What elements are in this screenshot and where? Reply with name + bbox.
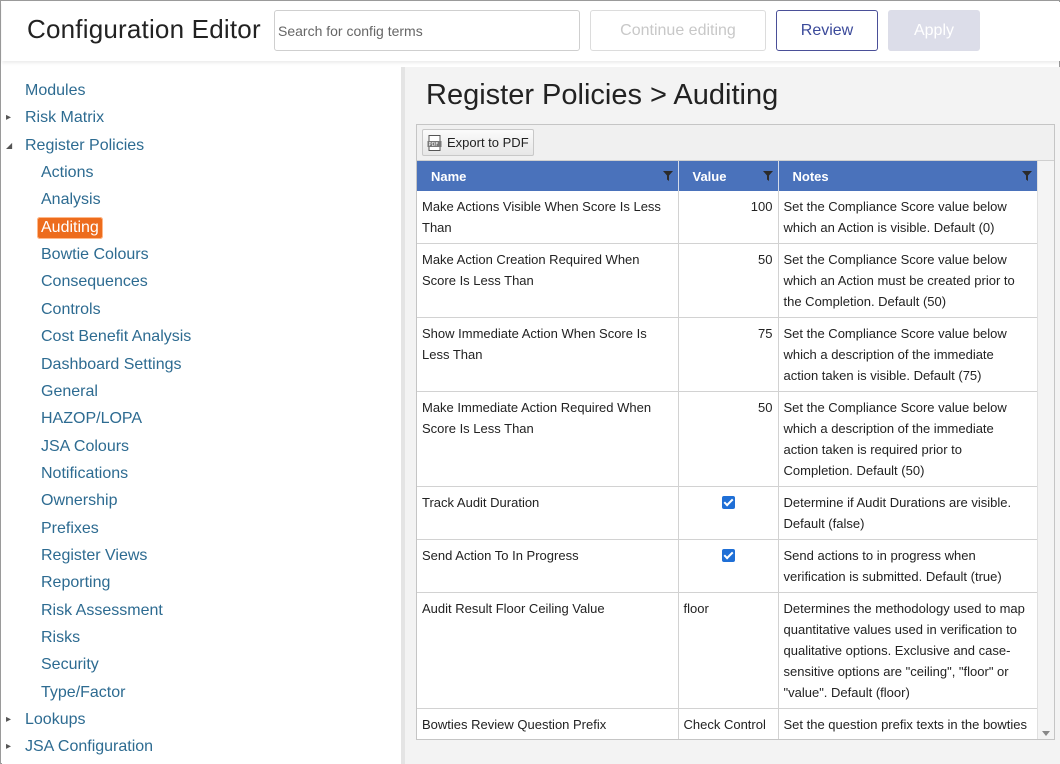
setting-value-cell[interactable]: [678, 486, 779, 540]
app-title: Configuration Editor: [27, 14, 261, 44]
tree-item-lookups[interactable]: Lookups: [25, 710, 86, 730]
tree-item-general[interactable]: General: [41, 382, 98, 402]
tree-item-cost-benefit-analysis[interactable]: Cost Benefit Analysis: [41, 327, 191, 347]
column-header-value[interactable]: Value: [678, 161, 779, 191]
setting-name: Make Action Creation Required When Score…: [417, 243, 679, 318]
tree-item-bowtie-colours[interactable]: Bowtie Colours: [41, 245, 149, 265]
export-pdf-label: Export to PDF: [447, 135, 529, 150]
tree-item-prefixes[interactable]: Prefixes: [41, 519, 99, 539]
caret-right-icon[interactable]: ▸: [6, 737, 11, 757]
pdf-icon: PDF: [427, 135, 442, 151]
setting-name: Audit Result Floor Ceiling Value: [417, 592, 679, 709]
grid-toolbar: PDF Export to PDF: [417, 125, 1054, 161]
review-button[interactable]: Review: [776, 10, 878, 51]
tree-item-analysis[interactable]: Analysis: [41, 190, 101, 210]
setting-notes: Determine if Audit Durations are visible…: [778, 486, 1038, 540]
settings-table: Name Value Notes Make Actions Visible Wh…: [417, 161, 1038, 739]
table-row[interactable]: Send Action To In Progress Send actions t…: [417, 539, 1038, 593]
page-title: Register Policies > Auditing: [426, 79, 779, 111]
tree-item-modules[interactable]: Modules: [25, 81, 85, 101]
search-input[interactable]: [274, 10, 580, 51]
caret-right-icon[interactable]: ▸: [6, 108, 11, 128]
caret-down-icon[interactable]: ◢: [6, 136, 12, 156]
table-row[interactable]: Show Immediate Action When Score Is Less…: [417, 317, 1038, 392]
setting-notes: Determines the methodology used to map q…: [778, 592, 1038, 709]
scroll-thumb[interactable]: [1041, 192, 1051, 712]
table-row[interactable]: Audit Result Floor Ceiling Value floor Det…: [417, 592, 1038, 709]
setting-checkbox[interactable]: [721, 549, 735, 562]
tree-item-register-policies[interactable]: Register Policies: [25, 136, 144, 156]
tree-item-consequences[interactable]: Consequences: [41, 272, 148, 292]
setting-name: Make Actions Visible When Score Is Less …: [417, 191, 679, 244]
setting-name: Send Action To In Progress: [417, 539, 679, 593]
tree-item-reporting[interactable]: Reporting: [41, 573, 110, 593]
top-header: Configuration Editor Continue editing Re…: [2, 2, 1060, 61]
setting-notes: Set the Compliance Score value below whi…: [778, 191, 1038, 244]
table-row[interactable]: Make Immediate Action Required When Scor…: [417, 391, 1038, 487]
table-row[interactable]: Make Actions Visible When Score Is Less …: [417, 191, 1038, 244]
tree-item-risks[interactable]: Risks: [41, 628, 80, 648]
caret-right-icon[interactable]: ▸: [6, 710, 11, 730]
filter-icon[interactable]: [662, 171, 673, 181]
app-window: Configuration Editor Continue editing Re…: [0, 0, 1060, 764]
setting-name: Make Immediate Action Required When Scor…: [417, 391, 679, 487]
setting-value[interactable]: Check Control Effective -: [678, 708, 779, 739]
setting-value[interactable]: 100: [678, 191, 779, 244]
tree-item-type-factor[interactable]: Type/Factor: [41, 683, 125, 703]
tree-item-controls[interactable]: Controls: [41, 300, 101, 320]
filter-icon[interactable]: [1021, 171, 1032, 181]
setting-notes: Set the Compliance Score value below whi…: [778, 317, 1038, 392]
setting-checkbox[interactable]: [721, 496, 735, 509]
tree-item-hazop-lopa[interactable]: HAZOP/LOPA: [41, 409, 142, 429]
header-row: Name Value Notes: [417, 161, 1038, 191]
tree-item-jsa-colours[interactable]: JSA Colours: [41, 437, 129, 457]
setting-notes: Set the Compliance Score value below whi…: [778, 243, 1038, 318]
continue-editing-button[interactable]: Continue editing: [590, 10, 766, 51]
apply-button[interactable]: Apply: [888, 10, 980, 51]
setting-value[interactable]: floor: [678, 592, 779, 709]
setting-name: Bowties Review Question Prefix: [417, 708, 679, 739]
table-row[interactable]: Make Action Creation Required When Score…: [417, 243, 1038, 318]
filter-icon[interactable]: [762, 171, 773, 181]
setting-notes: Set the Compliance Score value below whi…: [778, 391, 1038, 487]
scroll-down-icon[interactable]: [1042, 731, 1050, 736]
setting-notes: Set the question prefix texts in the bow…: [778, 708, 1038, 739]
grid-scrollbar[interactable]: [1037, 161, 1054, 739]
tree-item-dashboard-settings[interactable]: Dashboard Settings: [41, 355, 182, 375]
tree-item-security[interactable]: Security: [41, 655, 99, 675]
tree-item-actions[interactable]: Actions: [41, 163, 93, 183]
main-panel: Register Policies > Auditing PDF Export …: [405, 67, 1060, 764]
tree-item-auditing[interactable]: Auditing: [37, 216, 103, 239]
tree-item-notifications[interactable]: Notifications: [41, 464, 128, 484]
setting-value[interactable]: 50: [678, 243, 779, 318]
tree-item-ownership[interactable]: Ownership: [41, 491, 117, 511]
setting-value[interactable]: 75: [678, 317, 779, 392]
tree-item-register-views[interactable]: Register Views: [41, 546, 147, 566]
tree-item-risk-assessment[interactable]: Risk Assessment: [41, 601, 163, 621]
tree-item-jsa-configuration[interactable]: JSA Configuration: [25, 737, 153, 757]
setting-name: Show Immediate Action When Score Is Less…: [417, 317, 679, 392]
table-row[interactable]: Bowties Review Question Prefix Check Cont…: [417, 708, 1038, 739]
column-header-name[interactable]: Name: [417, 161, 679, 191]
svg-text:PDF: PDF: [429, 142, 439, 148]
setting-notes: Send actions to in progress when verific…: [778, 539, 1038, 593]
setting-value-cell[interactable]: [678, 539, 779, 593]
config-tree: Modules ▸ Risk Matrix ◢ Register Policies Act…: [2, 67, 401, 764]
export-pdf-button[interactable]: PDF Export to PDF: [422, 129, 534, 156]
column-header-notes[interactable]: Notes: [778, 161, 1038, 191]
table-row[interactable]: Track Audit Duration Determine if Audit D…: [417, 486, 1038, 540]
tree-item-risk-matrix[interactable]: Risk Matrix: [25, 108, 104, 128]
setting-value[interactable]: 50: [678, 391, 779, 487]
setting-name: Track Audit Duration: [417, 486, 679, 540]
settings-grid: PDF Export to PDF Name Value Notes Make …: [416, 124, 1055, 740]
